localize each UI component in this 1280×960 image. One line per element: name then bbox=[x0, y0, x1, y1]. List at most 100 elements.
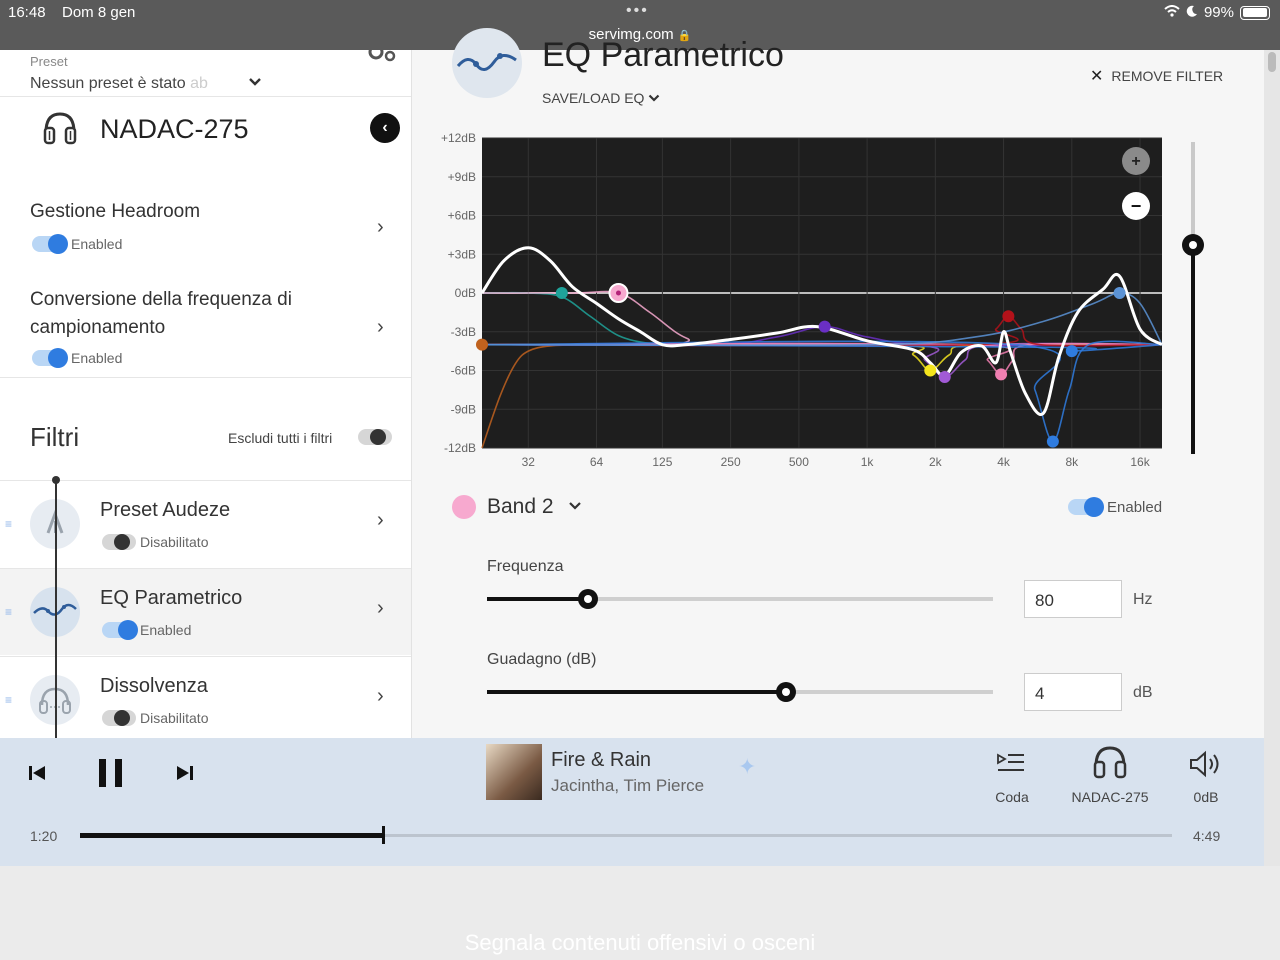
zoom-in-icon: + bbox=[1131, 153, 1140, 170]
band-point[interactable] bbox=[995, 368, 1008, 381]
exclude-all-label: Escludi tutti i filtri bbox=[228, 430, 333, 446]
gear-icon[interactable] bbox=[366, 50, 398, 70]
save-load-label: SAVE/LOAD EQ bbox=[542, 90, 645, 106]
progress-handle[interactable] bbox=[382, 826, 386, 844]
preset-label: Preset bbox=[30, 54, 68, 69]
progress-fill bbox=[80, 833, 383, 838]
next-track-icon[interactable] bbox=[176, 762, 194, 788]
drag-handle-icon[interactable]: ≡ bbox=[5, 605, 12, 619]
headphones-icon[interactable] bbox=[1090, 744, 1130, 789]
toggle-label: Enabled bbox=[71, 236, 123, 252]
band-point[interactable] bbox=[555, 287, 568, 299]
band-point[interactable] bbox=[476, 338, 488, 351]
frequency-value: 80 bbox=[1035, 591, 1054, 610]
track-artist[interactable]: Jacintha, Tim Pierce bbox=[551, 776, 704, 796]
wifi-icon bbox=[1164, 4, 1180, 21]
moon-icon bbox=[1186, 4, 1198, 21]
volume-icon[interactable] bbox=[1188, 750, 1224, 785]
divider bbox=[0, 377, 411, 378]
frequency-input[interactable]: 80 bbox=[1024, 580, 1122, 618]
filter-toggle[interactable] bbox=[102, 620, 138, 640]
remove-filter-label: REMOVE FILTER bbox=[1111, 68, 1224, 84]
x-tick-label: 16k bbox=[1130, 455, 1150, 469]
filter-row-preset-audeze[interactable]: ≡ Preset Audeze Disabilitato › bbox=[0, 481, 411, 567]
y-tick-label: -6dB bbox=[451, 364, 476, 378]
chevron-right-icon[interactable]: › bbox=[377, 685, 384, 708]
save-load-eq-button[interactable]: SAVE/LOAD EQ bbox=[542, 90, 660, 106]
headroom-toggle[interactable] bbox=[32, 234, 68, 254]
remove-filter-button[interactable]: ✕ REMOVE FILTER bbox=[1090, 66, 1223, 86]
preset-select[interactable]: Nessun preset è stato ab bbox=[30, 75, 208, 93]
band-point[interactable] bbox=[818, 320, 831, 333]
filter-row-eq-parametrico[interactable]: ≡ EQ Parametrico Enabled › bbox=[0, 569, 411, 655]
report-banner[interactable]: Segnala contenuti offensivi o osceni bbox=[0, 930, 1280, 956]
x-tick-label: 64 bbox=[590, 455, 604, 469]
chevron-down-icon[interactable] bbox=[248, 74, 262, 90]
band-point[interactable] bbox=[1113, 287, 1126, 299]
frequency-slider-knob[interactable] bbox=[578, 589, 599, 609]
y-tick-label: -3dB bbox=[451, 325, 476, 339]
band-point[interactable] bbox=[924, 364, 937, 377]
eq-curve-icon bbox=[452, 28, 522, 98]
filter-toggle-label: Disabilitato bbox=[140, 534, 209, 550]
sparkle-icon[interactable]: ✦ bbox=[738, 754, 756, 780]
filters-title: Filtri bbox=[30, 422, 80, 452]
pause-icon[interactable] bbox=[97, 758, 125, 794]
close-icon: ✕ bbox=[1090, 68, 1104, 85]
track-title[interactable]: Fire & Rain bbox=[551, 749, 651, 772]
filter-toggle-label: Enabled bbox=[140, 622, 192, 638]
output-level-slider-knob[interactable] bbox=[1182, 233, 1204, 256]
band-label: Band 2 bbox=[487, 495, 554, 518]
gain-unit: dB bbox=[1133, 684, 1153, 701]
toggle-label: Enabled bbox=[71, 350, 123, 366]
queue-label[interactable]: Coda bbox=[982, 789, 1042, 805]
chevron-right-icon[interactable]: › bbox=[377, 509, 384, 532]
y-tick-label: +3dB bbox=[448, 247, 476, 261]
y-tick-label: +6dB bbox=[448, 209, 476, 223]
filter-name: EQ Parametrico bbox=[100, 587, 243, 609]
chevron-down-icon bbox=[568, 498, 582, 514]
status-right: 99% bbox=[1164, 4, 1270, 21]
exclude-all-toggle[interactable] bbox=[358, 429, 392, 445]
volume-label[interactable]: 0dB bbox=[1181, 789, 1231, 805]
previous-track-icon[interactable] bbox=[28, 762, 46, 788]
band-point[interactable] bbox=[938, 370, 951, 383]
player-bar: Fire & Rain Jacintha, Tim Pierce ✦ Coda … bbox=[0, 738, 1264, 866]
album-art[interactable] bbox=[486, 744, 542, 800]
band-point[interactable] bbox=[1065, 345, 1078, 358]
collapse-sidebar-button[interactable]: ‹ bbox=[370, 113, 400, 143]
eq-response-chart[interactable]: +12dB +9dB +6dB +3dB 0dB -3dB -6dB -9dB -12dB 32 6… bbox=[422, 130, 1182, 475]
x-tick-label: 1k bbox=[861, 455, 875, 469]
x-tick-label: 8k bbox=[1065, 455, 1079, 469]
chevron-right-icon[interactable]: › bbox=[377, 216, 384, 239]
page-scrollbar[interactable] bbox=[1264, 50, 1280, 866]
filter-toggle[interactable] bbox=[102, 710, 136, 726]
band-point[interactable] bbox=[1002, 310, 1015, 323]
sample-rate-toggle[interactable] bbox=[32, 348, 68, 368]
chevron-right-icon[interactable]: › bbox=[377, 597, 384, 620]
drag-handle-icon[interactable]: ≡ bbox=[5, 693, 12, 707]
output-device-label[interactable]: NADAC-275 bbox=[1060, 789, 1160, 805]
filter-name: Dissolvenza bbox=[100, 675, 208, 697]
filter-toggle-label: Disabilitato bbox=[140, 710, 209, 726]
frequency-label: Frequenza bbox=[487, 558, 564, 575]
x-tick-label: 4k bbox=[997, 455, 1011, 469]
filter-toggle[interactable] bbox=[102, 534, 136, 550]
drag-handle-icon[interactable]: ≡ bbox=[5, 517, 12, 531]
band-enabled-toggle[interactable] bbox=[1068, 497, 1104, 517]
chevron-left-icon: ‹ bbox=[382, 119, 388, 136]
filter-row-dissolvenza[interactable]: ≡ Dissolvenza Disabilitato › bbox=[0, 657, 411, 738]
queue-icon[interactable] bbox=[996, 750, 1026, 783]
band-point-center bbox=[615, 290, 621, 296]
divider bbox=[0, 96, 411, 97]
browser-menu-dots-icon[interactable]: ••• bbox=[626, 2, 649, 20]
total-time: 4:49 bbox=[1193, 828, 1221, 844]
setting-title: Gestione Headroom bbox=[30, 201, 201, 222]
gain-slider-knob[interactable] bbox=[775, 682, 796, 702]
x-tick-label: 125 bbox=[652, 455, 672, 469]
gain-input[interactable]: 4 bbox=[1024, 673, 1122, 711]
filter-name: Preset Audeze bbox=[100, 499, 231, 521]
band-point[interactable] bbox=[1046, 435, 1059, 448]
battery-icon bbox=[1240, 5, 1270, 20]
chevron-right-icon[interactable]: › bbox=[377, 316, 384, 339]
